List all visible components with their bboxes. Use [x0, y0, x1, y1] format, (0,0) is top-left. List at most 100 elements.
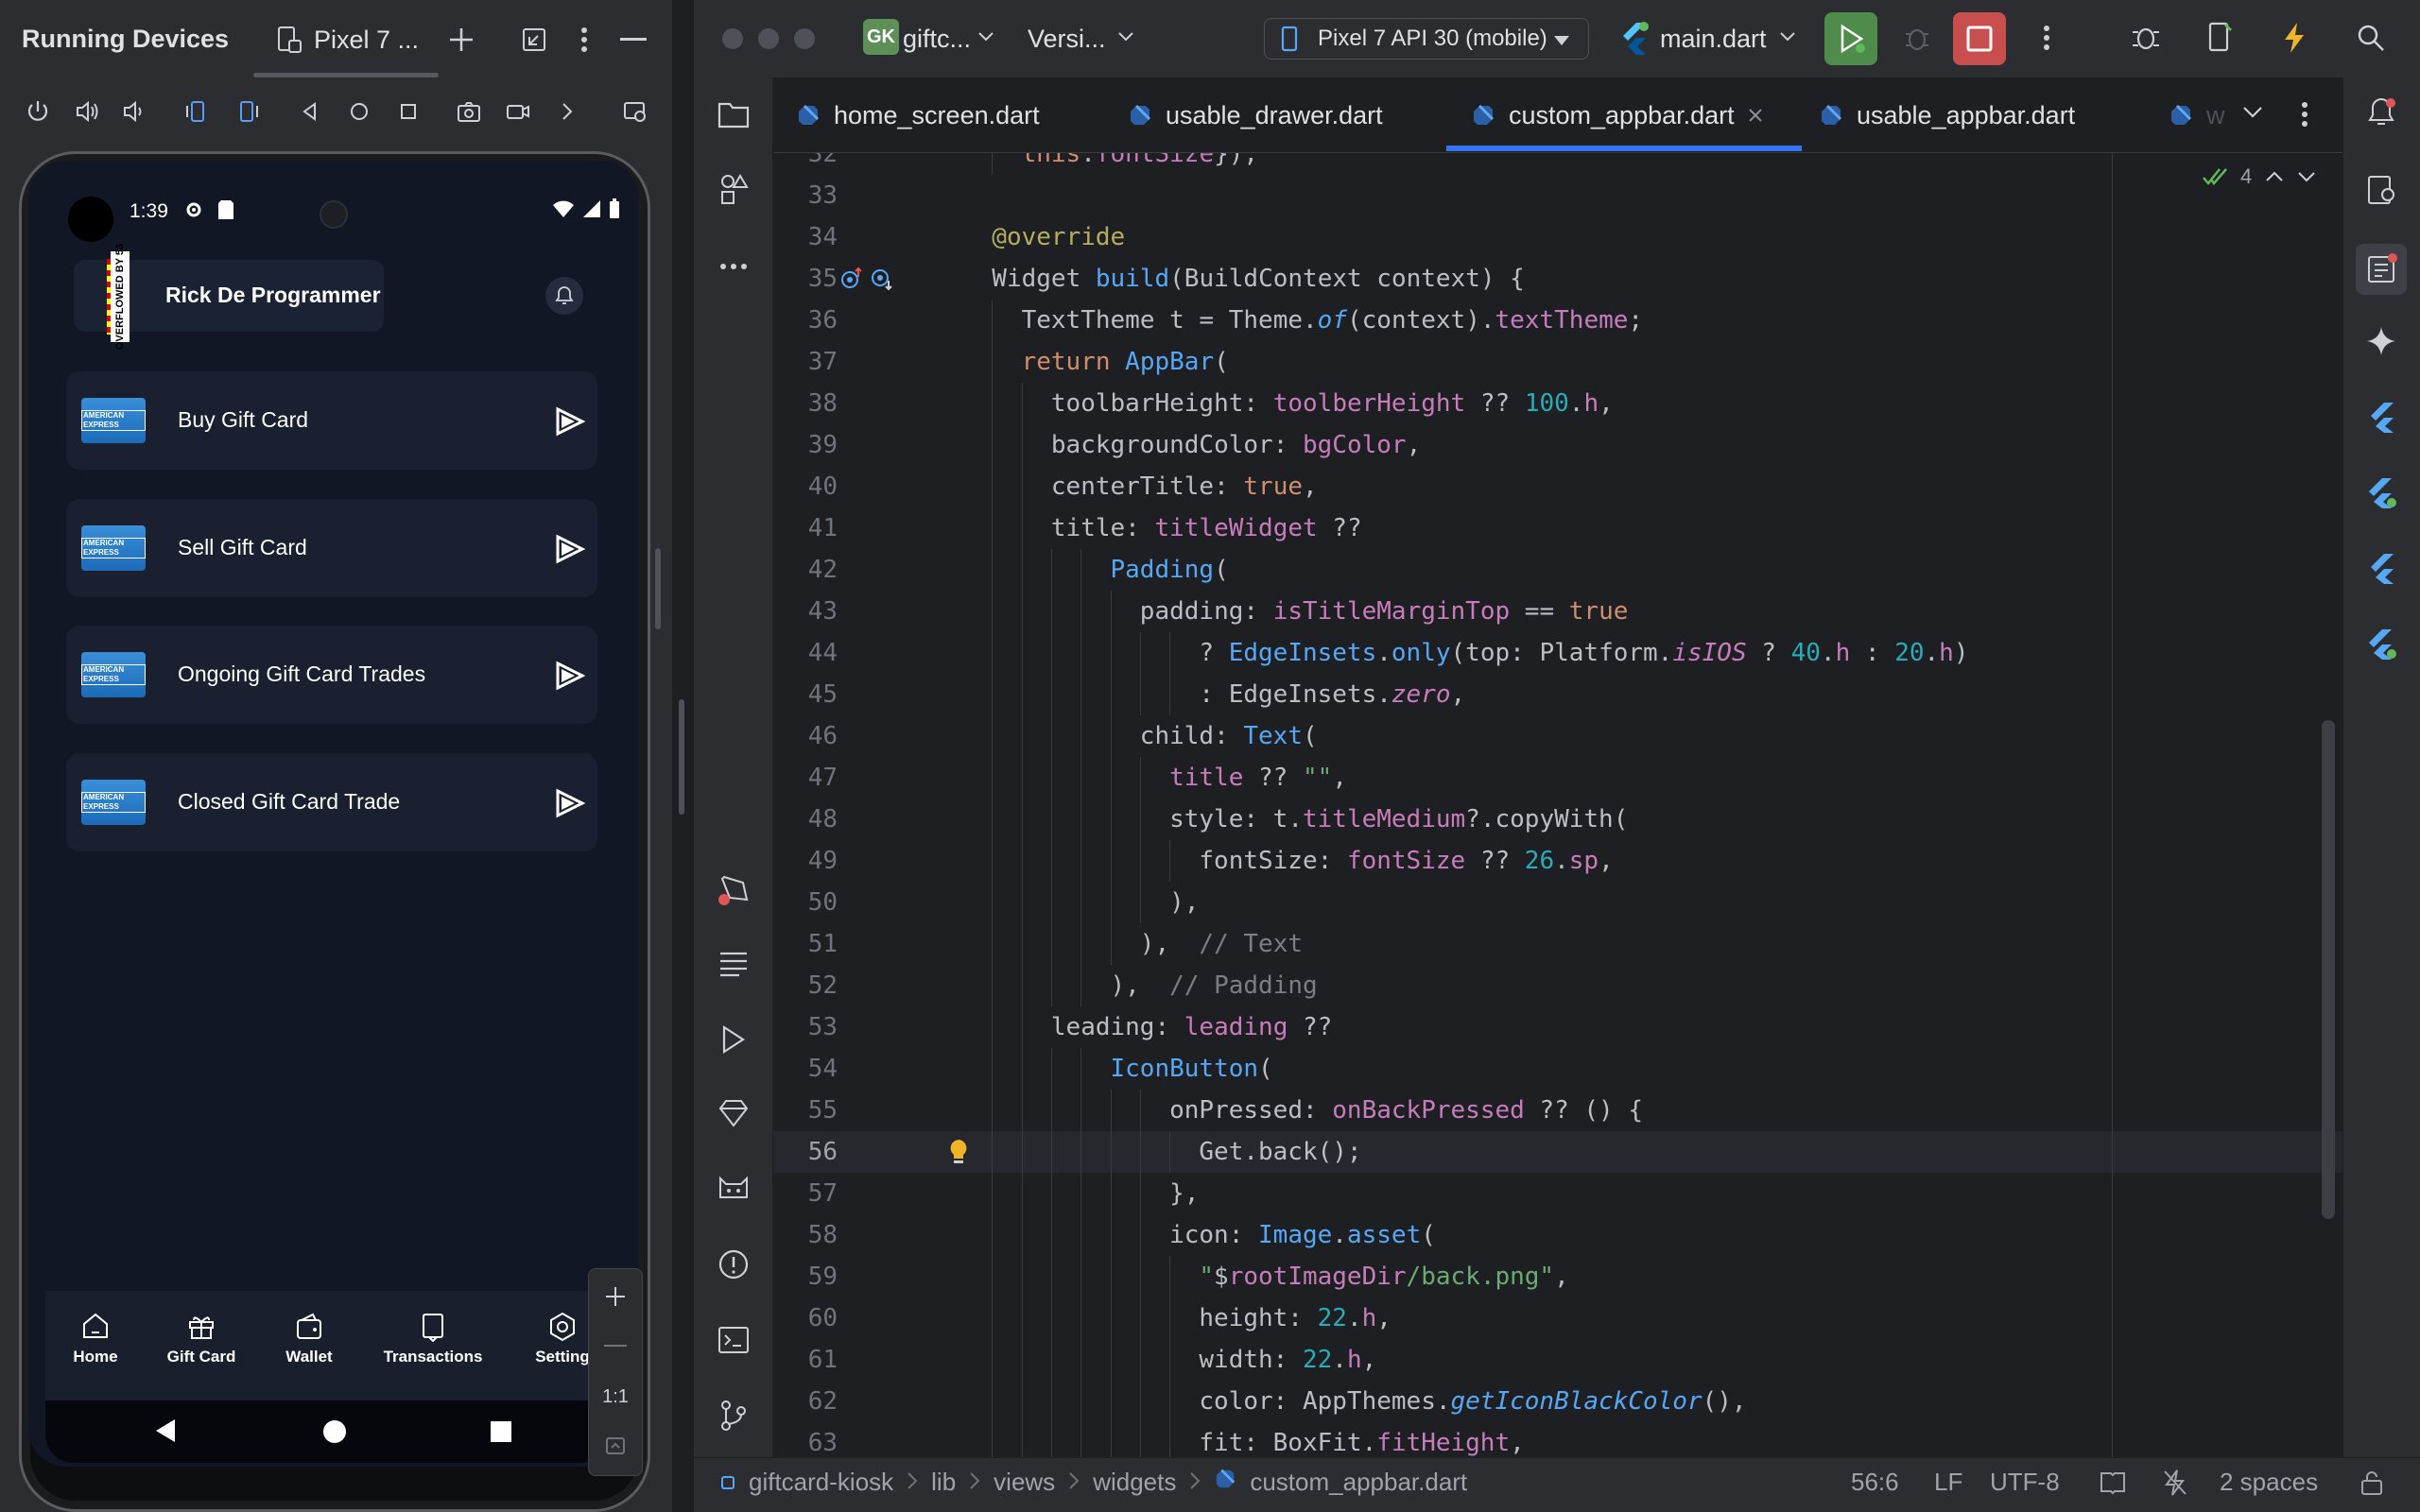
reader-mode-icon[interactable]	[2100, 1470, 2126, 1500]
line-separator[interactable]: LF	[1934, 1468, 1962, 1497]
power-save-icon[interactable]	[2162, 1469, 2188, 1502]
tab-usable-appbar-dart[interactable]: usable_appbar.dart	[1819, 94, 2075, 136]
menu-item[interactable]: AMERICAN EXPRESS Closed Gift Card Trade	[66, 753, 597, 851]
zoom-in-icon[interactable]	[588, 1276, 643, 1317]
flutter-outline-icon[interactable]	[2361, 472, 2401, 512]
app-quality-icon[interactable]	[715, 1170, 752, 1208]
panel-splitter[interactable]	[679, 699, 684, 815]
run-button[interactable]	[1824, 12, 1877, 65]
zoom-out-icon[interactable]	[588, 1326, 643, 1367]
notification-bell-icon[interactable]	[545, 277, 583, 315]
menu-item[interactable]: AMERICAN EXPRESS Ongoing Gift Card Trades	[66, 626, 597, 724]
search-icon[interactable]	[2352, 19, 2390, 57]
back-icon[interactable]	[291, 93, 329, 130]
run-tool-icon[interactable]	[715, 1021, 752, 1058]
more-vert-icon[interactable]	[2028, 19, 2066, 57]
lock-icon[interactable]	[2360, 1469, 2384, 1501]
editor-scrollbar[interactable]	[2322, 720, 2335, 1219]
tab-w[interactable]: w	[2169, 94, 2225, 136]
indent-guide	[1080, 1090, 1082, 1131]
breadcrumb-item[interactable]: lib	[931, 1468, 956, 1497]
indent-guide	[1021, 424, 1023, 466]
volume-down-icon[interactable]	[115, 93, 153, 130]
maximize-window-button[interactable]	[794, 28, 815, 49]
rotate-left-icon[interactable]	[178, 93, 216, 130]
override-gutter-icons[interactable]	[839, 266, 894, 291]
device-explorer-icon[interactable]	[2361, 170, 2401, 210]
minimize-window-button[interactable]	[758, 28, 779, 49]
screenshot-icon[interactable]	[450, 93, 488, 130]
more-tools-icon[interactable]	[715, 248, 752, 285]
tab-label: usable_drawer.dart	[1166, 100, 1383, 129]
breadcrumb-item[interactable]: giftcard-kiosk	[749, 1468, 893, 1497]
tab-custom-appbar-dart[interactable]: custom_appbar.dart	[1471, 94, 1763, 136]
debug-icon[interactable]	[1898, 19, 1936, 57]
device-manager-icon[interactable]	[2201, 19, 2238, 57]
indent-setting[interactable]: 2 spaces	[2220, 1468, 2318, 1497]
git-icon[interactable]	[715, 1397, 752, 1435]
run-config[interactable]: main.dart	[1660, 25, 1767, 54]
project-folder-icon[interactable]	[715, 95, 752, 133]
device-scrollbar[interactable]	[655, 548, 661, 629]
system-home-icon[interactable]	[323, 1420, 346, 1443]
screen-record-icon[interactable]	[499, 93, 537, 130]
nav-item-wallet[interactable]: Wallet	[257, 1312, 361, 1366]
running-devices-tool-icon[interactable]	[2356, 244, 2407, 295]
gemini-diamond-icon[interactable]	[715, 1094, 752, 1132]
structure-icon[interactable]	[715, 170, 752, 208]
add-device-icon[interactable]	[442, 21, 480, 59]
nav-item-home[interactable]: Home	[43, 1312, 147, 1366]
hot-reload-icon[interactable]	[2275, 19, 2313, 57]
zoom-actual-size[interactable]: 1:1	[588, 1376, 643, 1418]
lightbulb-icon[interactable]	[947, 1138, 970, 1171]
gemini-sparkle-icon[interactable]	[2361, 321, 2401, 361]
problems-icon[interactable]	[715, 1246, 752, 1283]
rotate-right-icon[interactable]	[229, 93, 267, 130]
code-editor[interactable]: 32 this.fontSize}); 33 34 @override 35 Widget …	[773, 153, 2342, 1457]
vcs-widget[interactable]: Versi...	[1028, 25, 1106, 54]
logcat-icon[interactable]	[715, 945, 752, 983]
code-line: 49 fontSize: fontSize ?? 26.sp,	[773, 840, 2342, 882]
minimize-icon[interactable]	[614, 21, 652, 59]
close-window-button[interactable]	[722, 28, 743, 49]
flutter-devtools-icon[interactable]	[2361, 624, 2401, 663]
menu-item[interactable]: AMERICAN EXPRESS Buy Gift Card	[66, 371, 597, 470]
dart-analysis-icon[interactable]	[715, 871, 752, 909]
stop-button[interactable]	[1953, 12, 2006, 65]
device-tab[interactable]: Pixel 7 ...	[276, 21, 419, 59]
attach-debugger-icon[interactable]	[2127, 19, 2165, 57]
breadcrumb-item[interactable]: views	[994, 1468, 1055, 1497]
system-recents-icon[interactable]	[491, 1421, 511, 1442]
file-encoding[interactable]: UTF-8	[1990, 1468, 2060, 1497]
device-mirror-icon[interactable]	[616, 93, 654, 130]
project-name[interactable]: giftc...	[903, 25, 971, 54]
status-icons-left	[183, 199, 234, 220]
flutter-performance-icon[interactable]	[2361, 548, 2401, 588]
tab-more-vert-icon[interactable]	[2301, 101, 2308, 132]
window-mode-icon[interactable]	[515, 21, 553, 59]
more-actions-icon[interactable]	[548, 93, 586, 130]
system-back-icon[interactable]	[154, 1418, 177, 1448]
power-icon[interactable]	[19, 93, 57, 130]
inspection-widget[interactable]: 4	[2203, 164, 2316, 189]
flutter-inspector-icon[interactable]	[2361, 397, 2401, 437]
notifications-icon[interactable]	[2361, 93, 2401, 132]
zoom-fit-icon[interactable]	[588, 1425, 643, 1467]
breadcrumb-item[interactable]: custom_appbar.dart	[1250, 1468, 1467, 1497]
terminal-icon[interactable]	[715, 1321, 752, 1359]
tab-home-screen-dart[interactable]: home_screen.dart	[796, 94, 1040, 136]
close-tab-icon[interactable]	[1748, 108, 1763, 123]
breadcrumb-item[interactable]: widgets	[1093, 1468, 1176, 1497]
caret-position[interactable]: 56:6	[1851, 1468, 1899, 1497]
tabs-overflow-chevron-icon[interactable]	[2242, 106, 2263, 124]
tab-usable-drawer-dart[interactable]: usable_drawer.dart	[1128, 94, 1383, 136]
project-badge[interactable]: GK	[863, 19, 899, 55]
home-button-icon[interactable]	[340, 93, 378, 130]
more-options-icon[interactable]	[565, 21, 603, 59]
nav-item-gift-card[interactable]: Gift Card	[149, 1312, 253, 1366]
volume-up-icon[interactable]	[68, 93, 106, 130]
nav-item-transactions[interactable]: Transactions	[381, 1312, 485, 1366]
indent-guide	[1050, 632, 1052, 674]
overview-icon[interactable]	[389, 93, 427, 130]
menu-item[interactable]: AMERICAN EXPRESS Sell Gift Card	[66, 499, 597, 597]
